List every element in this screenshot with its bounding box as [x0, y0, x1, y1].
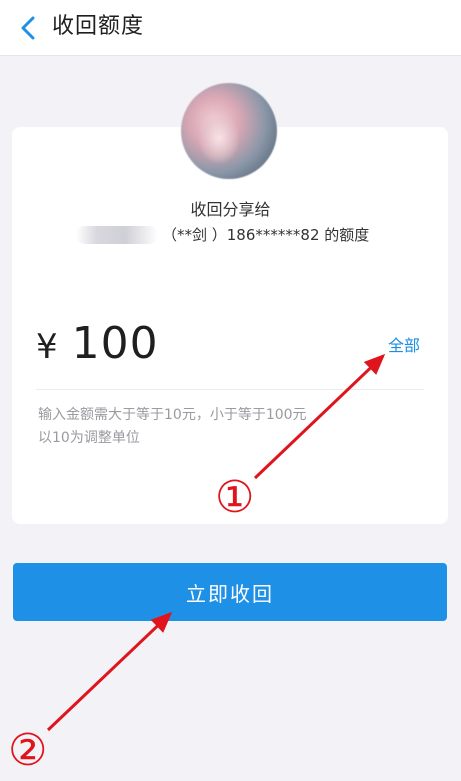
hint-line-2: 以10为调整单位 [38, 430, 140, 446]
annotation-step-2: ② [8, 725, 47, 776]
back-button[interactable] [8, 8, 48, 48]
amount-hint: 输入金额需大于等于10元，小于等于100元 以10为调整单位 [38, 404, 307, 450]
confirm-recall-button[interactable]: 立即收回 [13, 563, 447, 621]
all-amount-link[interactable]: 全部 [388, 332, 420, 356]
amount-field[interactable]: ¥ 100 [36, 318, 159, 369]
recipient-info: （**剑 ）186******82 的额度 [162, 226, 370, 244]
top-bar: 收回额度 [0, 0, 461, 56]
currency-symbol: ¥ [36, 327, 58, 367]
divider [36, 389, 424, 390]
page-title: 收回额度 [52, 14, 145, 39]
recipient-name-blurred [76, 226, 158, 244]
annotation-arrow-2 [46, 611, 173, 732]
hint-line-1: 输入金额需大于等于10元，小于等于100元 [38, 407, 307, 423]
chevron-left-icon [21, 16, 35, 40]
recipient-row: （**剑 ）186******82 的额度 [76, 224, 369, 246]
amount-input[interactable]: 100 [72, 318, 159, 369]
avatar [181, 83, 277, 179]
share-label: 收回分享给 [190, 200, 271, 219]
